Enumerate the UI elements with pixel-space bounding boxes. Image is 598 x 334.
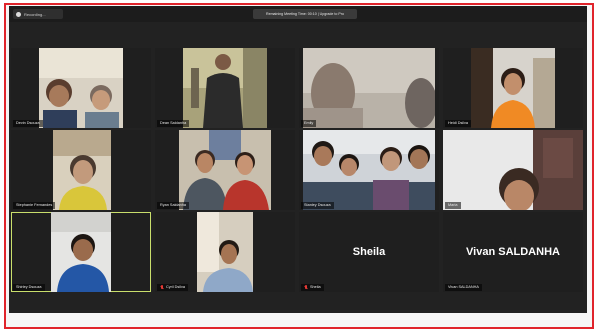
participant-name-tag: Heidi Dsilva xyxy=(445,120,472,127)
video-tile[interactable]: Dean Saldanha xyxy=(155,48,295,128)
participant-video xyxy=(197,212,253,292)
participant-name-tag: Shirley Dsouza xyxy=(13,284,45,291)
participant-video xyxy=(51,212,111,292)
participant-video xyxy=(183,48,267,128)
video-tile-video-off[interactable]: Sheila Sheila xyxy=(299,212,439,292)
zoom-meeting-window: Recording... Remaining Meeting Time: 00:… xyxy=(9,6,587,313)
participant-video xyxy=(179,130,271,210)
participant-name-tag: Cyril Dsilva xyxy=(157,284,188,291)
participant-video xyxy=(303,130,435,210)
video-tile[interactable]: Stanley Dsouza xyxy=(299,130,439,210)
video-tile[interactable]: Ryan Saldanha xyxy=(155,130,295,210)
participant-video xyxy=(471,48,555,128)
participant-video xyxy=(303,48,435,128)
video-tile-active-speaker[interactable]: Shirley Dsouza xyxy=(11,212,151,292)
video-tile-video-off[interactable]: Vivan SALDANHA Vivan SALDANHA xyxy=(443,212,583,292)
participant-name-tag: Ryan Saldanha xyxy=(157,202,189,209)
participant-display-name: Sheila xyxy=(352,246,386,258)
participant-name-tag: Dean Saldanha xyxy=(157,120,190,127)
recording-label: Recording... xyxy=(24,11,46,17)
participant-name-tag: Stanley Dsouza xyxy=(301,202,334,209)
participant-display-name: Vivan SALDANHA xyxy=(466,246,560,258)
participant-video xyxy=(53,130,111,210)
participant-name-tag: Sheila xyxy=(301,284,324,291)
participant-name-tag: Emily xyxy=(301,120,317,127)
video-tile[interactable]: Stephanie Fernandes xyxy=(11,130,151,210)
meeting-time-banner[interactable]: Remaining Meeting Time: 00:10 | Upgrade … xyxy=(253,9,357,19)
video-tile[interactable]: Maria xyxy=(443,130,583,210)
muted-mic-icon xyxy=(160,285,164,290)
video-tile[interactable]: Emily xyxy=(299,48,439,128)
participant-name-tag: Vivan SALDANHA xyxy=(445,284,482,291)
muted-mic-icon xyxy=(304,285,308,290)
record-icon xyxy=(16,11,21,17)
participant-name-tag: Devin Dsouza xyxy=(13,120,43,127)
video-tile[interactable]: Devin Dsouza xyxy=(11,48,151,128)
video-tile[interactable]: Cyril Dsilva xyxy=(155,212,295,292)
top-bar: Recording... Remaining Meeting Time: 00:… xyxy=(9,6,587,22)
participant-name-tag: Stephanie Fernandes xyxy=(13,202,56,209)
recording-indicator[interactable]: Recording... xyxy=(13,9,63,19)
participant-video xyxy=(39,48,123,128)
video-tile[interactable]: Heidi Dsilva xyxy=(443,48,583,128)
participant-video xyxy=(443,130,583,210)
participant-name-tag: Maria xyxy=(445,202,461,209)
